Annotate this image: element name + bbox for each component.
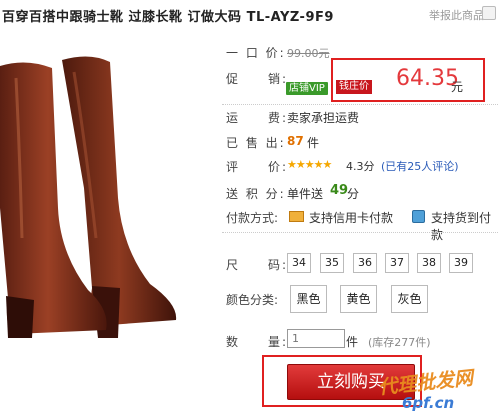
size-option[interactable]: 34 (287, 253, 311, 273)
sold-unit: 件 (307, 136, 320, 150)
rating-score: 4.3分 (346, 160, 375, 173)
quantity-unit: 件 (346, 335, 359, 349)
divider (222, 104, 498, 105)
quantity-input[interactable] (287, 329, 345, 348)
color-option[interactable]: 黄色 (340, 285, 377, 313)
sold-count: 87 (287, 134, 304, 148)
payment-label: 付款方式: (226, 211, 279, 225)
credit-card-icon (289, 211, 304, 222)
size-option[interactable]: 36 (353, 253, 377, 273)
divider (222, 232, 498, 233)
original-price: 99.00元 (287, 47, 330, 60)
rating-reviews-link[interactable]: (已有25人评论) (381, 158, 459, 174)
points-unit: 分 (347, 187, 360, 201)
vip-badge: 店铺VIP (286, 82, 328, 95)
shipping-label: 运 费: (226, 111, 289, 125)
color-label: 颜色分类: (226, 293, 279, 307)
promotion-tag: 钱庄价 (336, 80, 372, 94)
points-prefix: 单件送 (287, 187, 324, 201)
size-option[interactable]: 37 (385, 253, 409, 273)
shipping-value: 卖家承担运费 (287, 111, 360, 125)
original-price-label: 一 口 价: (226, 46, 286, 60)
promotion-price-unit: 元 (451, 80, 464, 94)
product-title: 百穿百搭中跟骑士靴 过膝长靴 订做大码 TL-AYZ-9F9 (2, 10, 334, 25)
product-image[interactable] (0, 38, 208, 338)
payment-cash-on-delivery: 支持货到付款 (431, 211, 492, 242)
watermark-url: 6pf.cn (402, 394, 455, 412)
title-bar: 百穿百搭中跟骑士靴 过膝长靴 订做大码 TL-AYZ-9F9 举报此商品 (0, 0, 498, 30)
color-option[interactable]: 黑色 (290, 285, 327, 313)
report-link[interactable]: 举报此商品 (429, 7, 484, 23)
points-label: 送 积 分: (226, 187, 286, 201)
promotion-label: 促 销: (226, 72, 289, 86)
boots-illustration (0, 56, 177, 338)
color-option[interactable]: 灰色 (391, 285, 428, 313)
rating-stars-icon: ★★★★★ (287, 158, 332, 171)
stock-count: (库存277件) (368, 336, 431, 349)
cash-on-delivery-icon (412, 210, 425, 223)
size-label: 尺 码: (226, 258, 289, 272)
report-icon[interactable] (482, 6, 496, 20)
size-option[interactable]: 39 (449, 253, 473, 273)
size-option[interactable]: 38 (417, 253, 441, 273)
promotion-price: 64.35 (396, 66, 459, 91)
quantity-label: 数 量: (226, 335, 289, 349)
size-option[interactable]: 35 (320, 253, 344, 273)
sold-label: 已 售 出: (226, 136, 286, 150)
points-value: 49 (330, 183, 349, 198)
rating-label: 评 价: (226, 160, 289, 174)
payment-credit-card: 支持信用卡付款 (309, 211, 394, 225)
